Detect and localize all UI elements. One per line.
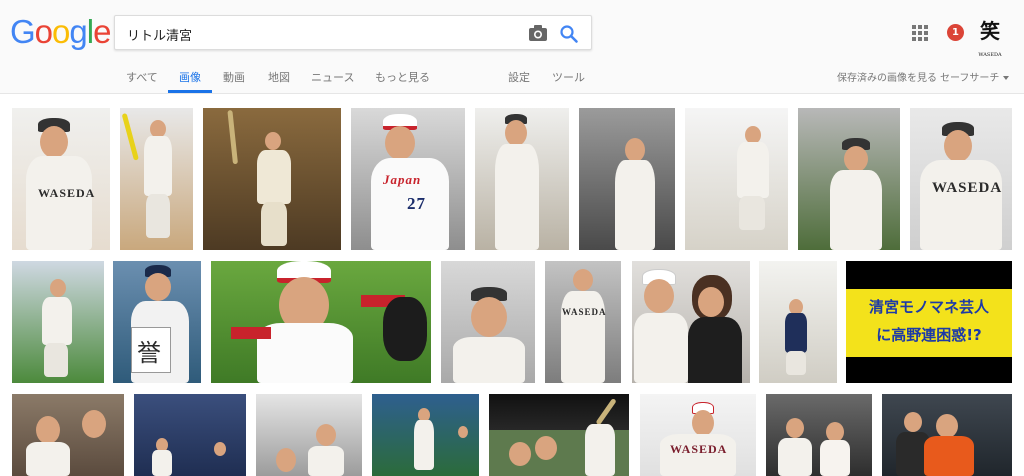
search-icon[interactable] (559, 24, 579, 44)
avatar-caption: WASEDA (978, 52, 1002, 58)
card-glyph: 誉 (137, 341, 162, 367)
saved-images-link[interactable]: 保存済みの画像を見る (837, 69, 937, 84)
notification-badge[interactable]: 1 (947, 24, 964, 41)
tab-news[interactable]: ニュース (311, 69, 354, 85)
safesearch-label: セーフサーチ (940, 73, 1000, 84)
tab-settings[interactable]: 設定 (508, 69, 530, 85)
logo-letter: e (93, 13, 111, 50)
image-result[interactable] (372, 394, 479, 476)
image-results-grid: WASEDA Japan 27 WASEDA 誉 WASEDA 清宮モノマネ芸人… (0, 94, 1024, 476)
image-result[interactable] (203, 108, 341, 250)
banner-line1: 清宮モノマネ芸人 (868, 298, 989, 316)
jersey-text: WASEDA (562, 307, 607, 317)
search-input[interactable]: リトル清宮 (127, 25, 192, 44)
image-result[interactable] (211, 261, 431, 383)
logo-letter: o (34, 13, 53, 50)
search-box[interactable]: リトル清宮 (114, 15, 592, 50)
jersey-text: WASEDA (38, 186, 96, 200)
account-avatar[interactable]: 笑 WASEDA (978, 18, 1001, 58)
image-result[interactable]: WASEDA (640, 394, 756, 476)
image-result[interactable] (579, 108, 675, 250)
image-result[interactable] (759, 261, 837, 383)
google-logo[interactable]: Google (10, 12, 111, 52)
image-result[interactable] (12, 394, 124, 476)
image-result[interactable] (632, 261, 750, 383)
image-result[interactable]: Japan 27 (351, 108, 465, 250)
tab-more[interactable]: もっと見る (375, 69, 430, 85)
image-result[interactable]: WASEDA (545, 261, 621, 383)
image-result[interactable] (685, 108, 788, 250)
logo-letter: g (69, 13, 87, 50)
logo-letter: o (52, 13, 70, 50)
image-result[interactable]: WASEDA (910, 108, 1012, 250)
tab-all[interactable]: すべて (126, 69, 158, 85)
chevron-down-icon (1003, 76, 1010, 80)
image-result[interactable] (489, 394, 629, 476)
logo-letter: G (10, 13, 36, 50)
image-result[interactable]: 誉 (113, 261, 201, 383)
banner-line2: に高野連困惑!? (876, 326, 982, 344)
image-result[interactable] (120, 108, 193, 250)
image-result[interactable] (475, 108, 569, 250)
tab-images[interactable]: 画像 (179, 69, 201, 85)
avatar-glyph: 笑 (980, 19, 1000, 43)
jersey-text: WASEDA (670, 442, 728, 456)
tab-videos[interactable]: 動画 (223, 69, 245, 85)
jersey-text: Japan (383, 172, 422, 187)
tab-maps[interactable]: 地図 (268, 69, 290, 85)
image-result[interactable] (12, 261, 104, 383)
image-result[interactable] (134, 394, 246, 476)
image-result[interactable] (766, 394, 872, 476)
image-result[interactable] (798, 108, 900, 250)
apps-grid-icon[interactable] (912, 25, 928, 41)
tab-tools[interactable]: ツール (552, 69, 585, 85)
image-result[interactable] (256, 394, 362, 476)
active-tab-indicator (168, 90, 212, 93)
news-banner-image[interactable]: 清宮モノマネ芸人 に高野連困惑!? (846, 261, 1012, 383)
image-result[interactable]: WASEDA (12, 108, 110, 250)
image-result[interactable] (882, 394, 1012, 476)
jersey-number: 27 (407, 194, 426, 213)
image-result[interactable] (441, 261, 535, 383)
jersey-text: WASEDA (932, 180, 1003, 196)
camera-icon[interactable] (528, 24, 548, 42)
safesearch-menu[interactable]: セーフサーチ (940, 69, 1010, 84)
top-bar: Google リトル清宮 1 笑 WASEDA すべて 画像 動画 地図 ニュー… (0, 0, 1024, 94)
